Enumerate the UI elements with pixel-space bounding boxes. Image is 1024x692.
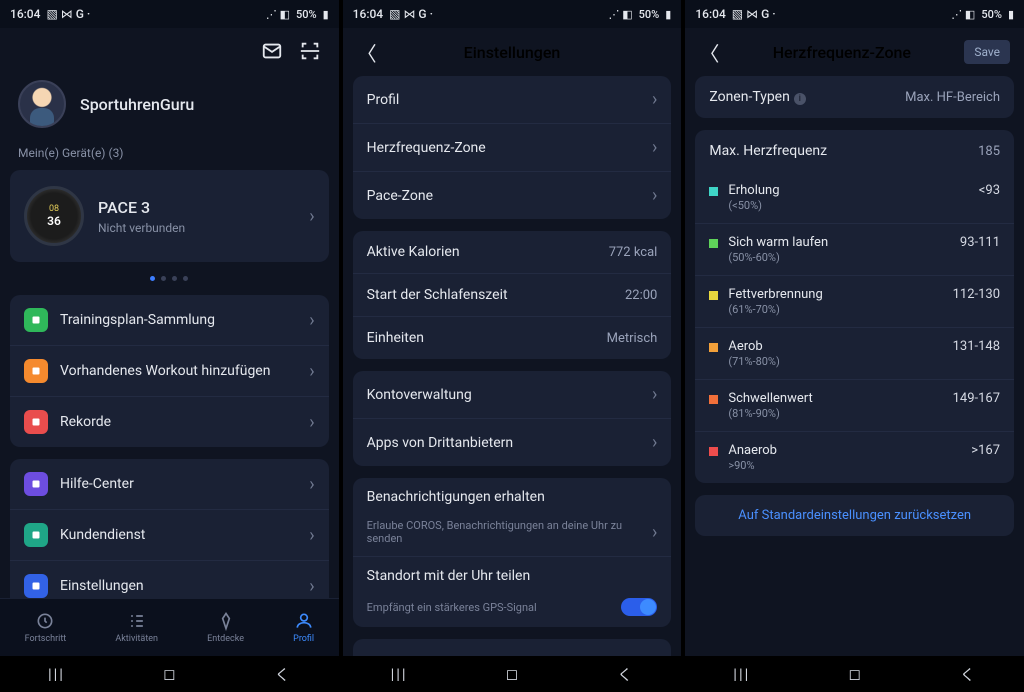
settings-row[interactable]: Herzfrequenz-Zone› [353, 123, 672, 171]
row-icon [24, 574, 48, 598]
zone-color-icon [709, 395, 718, 404]
row-icon [24, 472, 48, 496]
home-button[interactable]: ◻ [840, 665, 870, 683]
menu-row[interactable]: Hilfe-Center› [10, 459, 329, 509]
tab-explore[interactable]: Entdecke [207, 611, 244, 644]
page-dots [0, 272, 339, 295]
row-icon [24, 359, 48, 383]
chevron-right-icon: › [309, 576, 314, 597]
chevron-right-icon: › [309, 310, 314, 331]
header: 〈 Herzfrequenz-Zone Save [685, 28, 1024, 76]
zone-row[interactable]: Fettverbrennung(61%-70%)112-130 [695, 275, 1014, 327]
screen-settings: 16:04▧ ⋈ G · ⋰ ◧50%▮ 〈 Einstellungen Pro… [343, 0, 682, 692]
home-button[interactable]: ◻ [154, 665, 184, 683]
info-icon[interactable]: i [794, 93, 806, 105]
avatar[interactable] [18, 80, 66, 128]
chevron-right-icon: › [652, 137, 657, 158]
status-bar: 16:04▧ ⋈ G · ⋰ ◧50%▮ [685, 0, 1024, 28]
zone-color-icon [709, 187, 718, 196]
home-button[interactable]: ◻ [497, 665, 527, 683]
zone-color-icon [709, 291, 718, 300]
back-icon[interactable]: 〈 [699, 38, 719, 67]
settings-row[interactable]: Profil› [353, 76, 672, 123]
chevron-right-icon: › [309, 206, 314, 227]
page-title: Einstellungen [387, 43, 638, 62]
back-button[interactable]: く [953, 664, 983, 685]
chevron-right-icon: › [652, 384, 657, 405]
scan-icon[interactable] [299, 40, 321, 66]
device-card[interactable]: 08 36 PACE 3 Nicht verbunden › [10, 170, 329, 262]
chevron-right-icon: › [652, 432, 657, 453]
menu-row[interactable]: Einstellungen› [10, 560, 329, 598]
back-button[interactable]: く [610, 664, 640, 685]
row-max-hr[interactable]: Max. Herzfrequenz 185 [695, 130, 1014, 172]
chevron-right-icon: › [309, 525, 314, 546]
reset-button[interactable]: Auf Standardeinstellungen zurücksetzen [695, 495, 1014, 536]
android-nav: ||| ◻ く [0, 656, 339, 692]
zone-row[interactable]: Aerob(71%-80%)131-148 [695, 327, 1014, 379]
settings-row[interactable]: Start der Schlafenszeit22:00 [353, 273, 672, 316]
chevron-right-icon: › [309, 412, 314, 433]
chevron-right-icon: › [652, 185, 657, 206]
android-nav: ||| ◻ く [685, 656, 1024, 692]
row-zone-type[interactable]: Zonen-Typeni Max. HF-Bereich [695, 76, 1014, 118]
zone-color-icon [709, 239, 718, 248]
toggle-location[interactable] [621, 598, 657, 616]
screen-hr-zone: 16:04▧ ⋈ G · ⋰ ◧50%▮ 〈 Herzfrequenz-Zone… [685, 0, 1024, 692]
tab-profile[interactable]: Profil [293, 611, 314, 644]
zone-row[interactable]: Anaerob>90%>167 [695, 431, 1014, 483]
recent-button[interactable]: ||| [41, 665, 71, 683]
row-icon [24, 523, 48, 547]
zone-row[interactable]: Schwellenwert(81%-90%)149-167 [695, 379, 1014, 431]
zone-color-icon [709, 447, 718, 456]
watchface-icon: 08 36 [24, 186, 84, 246]
row-icon [24, 410, 48, 434]
zone-color-icon [709, 343, 718, 352]
menu-row[interactable]: Kundendienst› [10, 509, 329, 560]
menu-row[interactable]: Rekorde› [10, 396, 329, 447]
settings-row[interactable]: Pace-Zone› [353, 171, 672, 219]
menu-row[interactable]: Trainingsplan-Sammlung› [10, 295, 329, 345]
menu-row[interactable]: Vorhandenes Workout hinzufügen› [10, 345, 329, 396]
devices-label: Mein(e) Gerät(e) (3) [0, 146, 339, 170]
status-bar: 16:04▧ ⋈ G · ⋰ ◧50%▮ [343, 0, 682, 28]
chevron-right-icon: › [652, 89, 657, 110]
back-icon[interactable]: 〈 [357, 38, 377, 67]
status-bar: 16:04▧ ⋈ G · ⋰ ◧50%▮ [0, 0, 339, 28]
username[interactable]: SportuhrenGuru [80, 95, 194, 114]
bottom-nav: Fortschritt Aktivitäten Entdecke Profil [0, 598, 339, 656]
chevron-right-icon: › [652, 522, 657, 543]
row-notifications[interactable]: Benachrichtigungen erhalten Erlaube CORO… [353, 478, 672, 556]
back-button[interactable]: く [267, 664, 297, 685]
settings-row[interactable]: Apps von Drittanbietern› [353, 418, 672, 466]
row-app-version[interactable]: App-Version V3.2.14 › [353, 639, 672, 656]
settings-row[interactable]: Aktive Kalorien772 kcal [353, 231, 672, 273]
messages-icon[interactable] [261, 40, 283, 66]
android-nav: ||| ◻ く [343, 656, 682, 692]
recent-button[interactable]: ||| [727, 665, 757, 683]
save-button[interactable]: Save [964, 40, 1010, 64]
row-location[interactable]: Standort mit der Uhr teilen Empfängt ein… [353, 556, 672, 627]
settings-row[interactable]: Kontoverwaltung› [353, 371, 672, 418]
settings-row[interactable]: EinheitenMetrisch [353, 316, 672, 359]
header: 〈 Einstellungen [343, 28, 682, 76]
screen-profile: 16:04▧ ⋈ G · ⋰ ◧50%▮ SportuhrenGuru Mein… [0, 0, 339, 692]
chevron-right-icon: › [309, 474, 314, 495]
zone-row[interactable]: Erholung(<50%)<93 [695, 172, 1014, 223]
chevron-right-icon: › [309, 361, 314, 382]
page-title: Herzfrequenz-Zone [729, 43, 954, 62]
tab-activities[interactable]: Aktivitäten [115, 611, 158, 644]
row-icon [24, 308, 48, 332]
recent-button[interactable]: ||| [384, 665, 414, 683]
tab-progress[interactable]: Fortschritt [25, 611, 67, 644]
zone-row[interactable]: Sich warm laufen(50%-60%)93-111 [695, 223, 1014, 275]
